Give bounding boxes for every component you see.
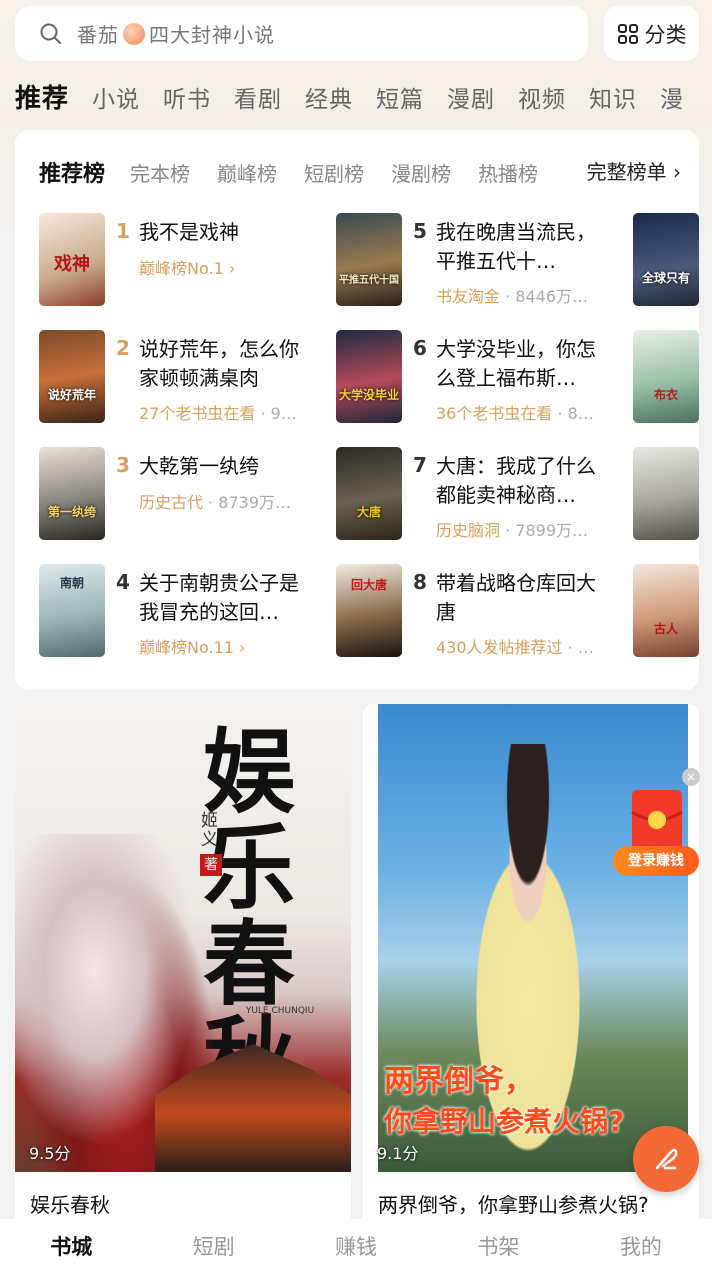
book-title: 说好荒年，怎么你家顿顿满桌肉 bbox=[139, 337, 299, 390]
search-input[interactable]: 番茄 四大封神小说 bbox=[15, 6, 588, 61]
book-meta: 历史古代 · 8739万… bbox=[139, 493, 292, 512]
tab-audiobook[interactable]: 听书 bbox=[163, 80, 211, 114]
rank-number: 3 bbox=[116, 453, 130, 477]
tab-novel[interactable]: 小说 bbox=[92, 80, 140, 114]
poster-pinyin: YULE CHUNQIU bbox=[245, 1006, 315, 1016]
poster-title: 娱乐春秋 bbox=[203, 718, 296, 1108]
ranking-tabs: 推荐榜 完本榜 巅峰榜 短剧榜 漫剧榜 热播榜 完整榜单 › bbox=[39, 156, 681, 188]
grid-icon bbox=[617, 23, 638, 44]
tab-comic[interactable]: 漫 bbox=[660, 80, 684, 114]
book-title: 大唐：我成了什么都能卖神秘商… bbox=[436, 454, 596, 507]
nav-bookshelf[interactable]: 书架 bbox=[427, 1219, 569, 1275]
book-meta: 历史脑洞 · 7899万… bbox=[436, 521, 589, 540]
rank-number: 4 bbox=[116, 570, 130, 594]
tab-knowledge[interactable]: 知识 bbox=[589, 80, 637, 114]
rank-book-item[interactable]: 南朝 4 关于南朝贵公子是我冒充的这回… 巅峰榜No.11 › bbox=[39, 564, 329, 659]
rank-book-item[interactable]: 平推五代十国 5 我在晚唐当流民，平推五代十… 书友淘金 · 8446万… bbox=[336, 213, 626, 308]
book-poster: 娱乐春秋 YULE CHUNQIU 姬义 著 bbox=[15, 704, 351, 1172]
book-meta: 巅峰榜No.11 › bbox=[139, 638, 246, 657]
book-meta: 36个老书虫在看 · 8… bbox=[436, 404, 594, 423]
book-meta: 27个老书虫在看 · 9… bbox=[139, 404, 297, 423]
book-cover: 戏神 bbox=[39, 213, 105, 306]
book-cover: 平推五代十国 bbox=[336, 213, 402, 306]
search-placeholder: 番茄 四大封神小说 bbox=[77, 22, 275, 47]
tab-comic-drama[interactable]: 漫剧 bbox=[447, 80, 495, 114]
nav-profile[interactable]: 我的 bbox=[570, 1219, 712, 1275]
nav-earn[interactable]: 赚钱 bbox=[285, 1219, 427, 1275]
book-cover[interactable]: 布衣 bbox=[633, 330, 699, 423]
card-title: 娱乐春秋 bbox=[30, 1193, 110, 1217]
book-cover: 大唐 bbox=[336, 447, 402, 540]
write-fab-button[interactable] bbox=[633, 1126, 699, 1192]
book-cover: 回大唐 bbox=[336, 564, 402, 657]
book-meta: 书友淘金 · 8446万… bbox=[436, 287, 589, 306]
peach-emoji-icon bbox=[123, 22, 145, 45]
rating-score: 9.1分 bbox=[377, 1144, 419, 1163]
book-cover[interactable] bbox=[633, 447, 699, 540]
rank-number: 7 bbox=[413, 453, 427, 477]
rank-book-item[interactable]: 大学没毕业 6 大学没毕业，你怎么登上福布斯… 36个老书虫在看 · 8… bbox=[336, 330, 626, 425]
rank-book-item[interactable]: 回大唐 8 带着战略仓库回大唐 430人发帖推荐过 · … bbox=[336, 564, 626, 659]
book-title: 大乾第一纨绔 bbox=[139, 454, 259, 478]
category-label: 分类 bbox=[644, 22, 687, 47]
tab-classic[interactable]: 经典 bbox=[305, 80, 353, 114]
rank-tab-recommend[interactable]: 推荐榜 bbox=[39, 156, 105, 188]
search-row: 番茄 四大封神小说 分类 bbox=[15, 6, 699, 61]
poster-caption-1: 两界倒爷， bbox=[384, 1064, 534, 1099]
rank-tab-completed[interactable]: 完本榜 bbox=[130, 158, 190, 187]
book-cover[interactable]: 古人 bbox=[633, 564, 699, 657]
pen-icon bbox=[655, 1148, 678, 1170]
rank-book-item[interactable]: 戏神 1 我不是戏神 巅峰榜No.1 › bbox=[39, 213, 329, 308]
card-title: 两界倒爷，你拿野山参煮火锅? bbox=[378, 1193, 649, 1217]
nav-short-drama[interactable]: 短剧 bbox=[142, 1219, 284, 1275]
rank-tab-comic-drama[interactable]: 漫剧榜 bbox=[391, 158, 451, 187]
rank-tab-hot[interactable]: 热播榜 bbox=[478, 158, 538, 187]
book-title: 我在晚唐当流民，平推五代十… bbox=[436, 220, 596, 273]
ranking-card: 推荐榜 完本榜 巅峰榜 短剧榜 漫剧榜 热播榜 完整榜单 › 戏神 1 我不是戏… bbox=[15, 130, 699, 690]
rank-book-item[interactable]: 第一纨绔 3 大乾第一纨绔 历史古代 · 8739万… bbox=[39, 447, 329, 542]
book-cover: 第一纨绔 bbox=[39, 447, 105, 540]
close-icon[interactable]: × bbox=[682, 768, 700, 786]
book-cover[interactable]: 全球只有 bbox=[633, 213, 699, 306]
poster-caption-2: 你拿野山参煮火锅? bbox=[384, 1105, 625, 1138]
book-meta: 430人发帖推荐过 · … bbox=[436, 638, 594, 657]
rank-book-item[interactable]: 大唐 7 大唐：我成了什么都能卖神秘商… 历史脑洞 · 7899万… bbox=[336, 447, 626, 542]
feed-card[interactable]: 娱乐春秋 YULE CHUNQIU 姬义 著 9.5分 娱乐春秋 bbox=[15, 704, 351, 1219]
book-title: 大学没毕业，你怎么登上福布斯… bbox=[436, 337, 596, 390]
search-icon bbox=[40, 23, 61, 44]
rank-number: 2 bbox=[116, 336, 130, 360]
login-earn-button[interactable]: 登录赚钱 bbox=[613, 846, 699, 876]
channel-tabs: 推荐 小说 听书 看剧 经典 短篇 漫剧 视频 知识 漫 bbox=[15, 78, 712, 114]
rank-number: 6 bbox=[413, 336, 427, 360]
rank-number: 1 bbox=[116, 219, 130, 243]
drama-poster: 两界倒爷， 你拿野山参煮火锅? bbox=[378, 704, 688, 1172]
book-title: 我不是戏神 bbox=[139, 220, 239, 244]
book-title: 带着战略仓库回大唐 bbox=[436, 571, 596, 624]
book-title: 关于南朝贵公子是我冒充的这回… bbox=[139, 571, 299, 624]
rank-tab-peak[interactable]: 巅峰榜 bbox=[217, 158, 277, 187]
full-ranking-link[interactable]: 完整榜单 › bbox=[587, 156, 681, 185]
book-cover: 说好荒年 bbox=[39, 330, 105, 423]
rank-number: 5 bbox=[413, 219, 427, 243]
tab-short[interactable]: 短篇 bbox=[376, 80, 424, 114]
rating-score: 9.5分 bbox=[29, 1144, 71, 1163]
book-cover: 南朝 bbox=[39, 564, 105, 657]
rank-book-item[interactable]: 说好荒年 2 说好荒年，怎么你家顿顿满桌肉 27个老书虫在看 · 9… bbox=[39, 330, 329, 425]
rank-number: 8 bbox=[413, 570, 427, 594]
book-cover: 大学没毕业 bbox=[336, 330, 402, 423]
tab-video[interactable]: 视频 bbox=[518, 80, 566, 114]
rank-tab-short-drama[interactable]: 短剧榜 bbox=[304, 158, 364, 187]
book-meta: 巅峰榜No.1 › bbox=[139, 259, 236, 278]
bottom-nav: 书城 短剧 赚钱 书架 我的 bbox=[0, 1219, 712, 1275]
nav-bookstore[interactable]: 书城 bbox=[0, 1219, 142, 1275]
category-button[interactable]: 分类 bbox=[604, 6, 699, 61]
tab-drama[interactable]: 看剧 bbox=[234, 80, 282, 114]
tab-recommend[interactable]: 推荐 bbox=[15, 78, 69, 114]
